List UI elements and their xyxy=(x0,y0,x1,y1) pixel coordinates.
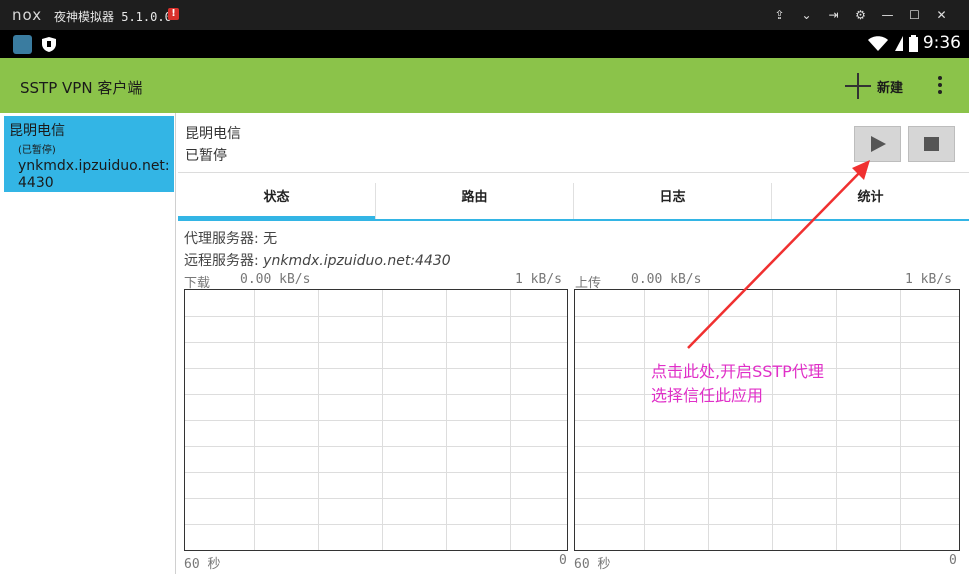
pin-icon[interactable]: ⇪ xyxy=(766,6,793,24)
play-button[interactable] xyxy=(854,126,901,162)
profile-list-item[interactable]: 昆明电信 (已暂停) ynkmdx.ipzuiduo.net:4430 xyxy=(4,116,174,192)
upload-axis-start: 60 秒 xyxy=(574,557,611,572)
proxy-server-line: 代理服务器: 无 xyxy=(184,228,277,248)
connection-name: 昆明电信 xyxy=(185,126,241,142)
remote-server-value: ynkmdx.ipzuiduo.net:4430 xyxy=(263,253,451,269)
annotation-line-2: 选择信任此应用 xyxy=(651,386,764,405)
app-bar: SSTP VPN 客户端 新建 xyxy=(0,58,969,113)
app-title: SSTP VPN 客户端 xyxy=(20,79,143,97)
annotation-line-1: 点击此处,开启SSTP代理 xyxy=(651,362,824,381)
profile-list: 昆明电信 (已暂停) ynkmdx.ipzuiduo.net:4430 xyxy=(2,113,176,574)
download-graph xyxy=(184,289,568,551)
close-icon[interactable]: ✕ xyxy=(928,6,955,24)
tab-bar: 状态 路由 日志 统计 xyxy=(178,183,969,221)
profile-name: 昆明电信 xyxy=(9,123,65,139)
battery-icon xyxy=(908,34,918,52)
download-axis-end: 0 xyxy=(559,553,567,568)
status-right: 9:36 xyxy=(867,33,961,53)
upload-axis-end: 0 xyxy=(949,553,957,568)
download-scale: 1 kB/s xyxy=(515,272,562,287)
main-content: 昆明电信 (已暂停) ynkmdx.ipzuiduo.net:4430 昆明电信… xyxy=(0,113,969,574)
dock-icon[interactable]: ⇥ xyxy=(820,6,847,24)
proxy-server-label: 代理服务器: xyxy=(184,231,264,247)
minimize-icon[interactable]: — xyxy=(874,6,901,24)
clock: 9:36 xyxy=(922,33,961,53)
android-status-bar: 9:36 xyxy=(0,30,969,58)
annotation-text: 点击此处,开启SSTP代理 选择信任此应用 xyxy=(651,360,824,408)
upload-rate: 0.00 kB/s xyxy=(631,272,702,287)
add-profile-button[interactable]: 新建 xyxy=(845,73,904,99)
download-axis-start: 60 秒 xyxy=(184,557,221,572)
tab-routes[interactable]: 路由 xyxy=(376,183,574,219)
remote-server-label: 远程服务器: xyxy=(184,253,264,269)
tab-status[interactable]: 状态 xyxy=(178,183,376,221)
profile-status: (已暂停) xyxy=(18,145,56,156)
profile-host: ynkmdx.ipzuiduo.net:4430 xyxy=(18,158,170,191)
overflow-menu-icon[interactable] xyxy=(936,76,944,96)
signal-icon xyxy=(894,35,903,51)
gear-icon[interactable]: ⚙ xyxy=(847,6,874,24)
upload-scale: 1 kB/s xyxy=(905,272,952,287)
emulator-app-name: 夜神模拟器 5.1.0.0 xyxy=(54,10,172,24)
proxy-server-value: 无 xyxy=(263,231,278,247)
maximize-icon[interactable]: ☐ xyxy=(901,6,928,24)
nox-logo: nox xyxy=(12,6,43,24)
add-profile-label: 新建 xyxy=(877,80,904,96)
alert-badge[interactable]: ! xyxy=(168,8,179,20)
upload-graph xyxy=(574,289,960,551)
divider xyxy=(178,172,969,173)
download-rate: 0.00 kB/s xyxy=(240,272,311,287)
tab-log[interactable]: 日志 xyxy=(574,183,772,219)
tab-stats[interactable]: 统计 xyxy=(772,183,969,219)
shield-icon xyxy=(42,37,56,52)
window-controls: ⇪ ⌄ ⇥ ⚙ — ☐ ✕ xyxy=(766,6,955,24)
vpn-app-notification-icon xyxy=(13,35,32,54)
wifi-icon xyxy=(867,35,888,51)
stop-button[interactable] xyxy=(908,126,955,162)
connection-state: 已暂停 xyxy=(185,148,227,164)
plus-icon xyxy=(845,73,871,99)
remote-server-line: 远程服务器: ynkmdx.ipzuiduo.net:4430 xyxy=(184,250,451,270)
profile-detail: 昆明电信 已暂停 状态 路由 日志 统计 代理服务器: 无 远程服务器: ynk… xyxy=(178,113,969,574)
chevron-down-icon[interactable]: ⌄ xyxy=(793,6,820,24)
emulator-title-bar: nox 夜神模拟器 5.1.0.0 ! ⇪ ⌄ ⇥ ⚙ — ☐ ✕ xyxy=(0,0,969,30)
